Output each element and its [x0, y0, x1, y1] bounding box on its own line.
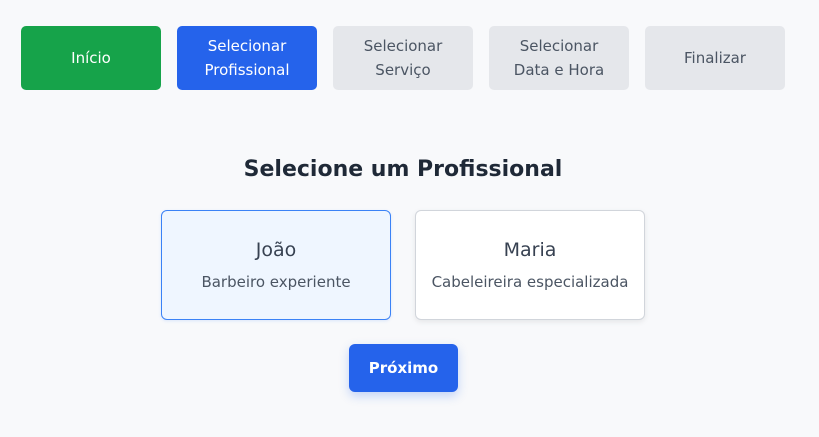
professional-description: Barbeiro experiente: [201, 273, 351, 291]
professional-card-maria[interactable]: Maria Cabeleireira especializada: [415, 210, 645, 320]
page-title: Selecione um Profissional: [243, 157, 563, 182]
professional-name: Maria: [503, 239, 557, 261]
professional-list: João Barbeiro experiente Maria Cabeleire…: [161, 210, 645, 320]
step-inicio[interactable]: Início: [21, 26, 161, 90]
professional-card-joao[interactable]: João Barbeiro experiente: [161, 210, 391, 320]
step-selecionar-servico[interactable]: Selecionar Serviço: [333, 26, 473, 90]
professional-name: João: [255, 239, 297, 261]
next-button[interactable]: Próximo: [349, 344, 458, 392]
progress-steps: Início Selecionar Profissional Seleciona…: [21, 26, 785, 90]
step-selecionar-profissional[interactable]: Selecionar Profissional: [177, 26, 317, 90]
step-finalizar[interactable]: Finalizar: [645, 26, 785, 90]
professional-description: Cabeleireira especializada: [431, 273, 629, 291]
step-selecionar-data-hora[interactable]: Selecionar Data e Hora: [489, 26, 629, 90]
